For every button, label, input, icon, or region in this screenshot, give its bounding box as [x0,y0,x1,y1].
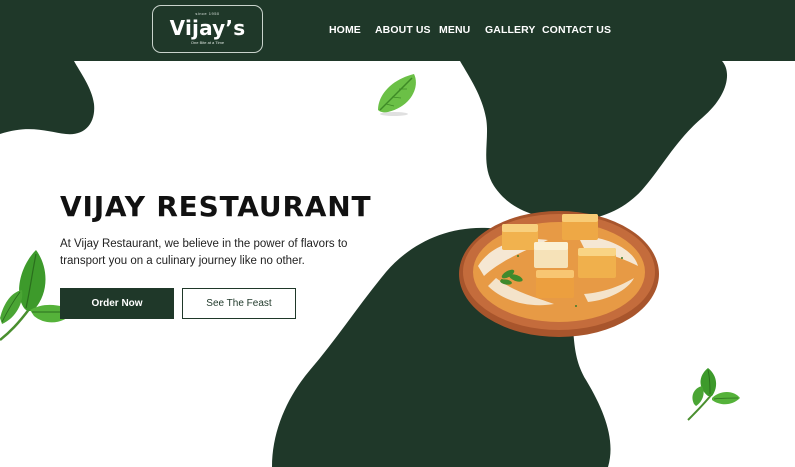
basil-sprig-icon [687,368,740,421]
order-now-button[interactable]: Order Now [60,288,174,319]
see-the-feast-button[interactable]: See The Feast [182,288,296,319]
basil-leaf-icon [378,74,416,116]
top-navbar: since 1950 Vijay’s One Bite at a Time HO… [0,0,795,61]
nav-link-contact-us[interactable]: CONTACT US [542,23,611,37]
nav-link-menu[interactable]: MENU [439,23,470,37]
nav-link-about-us[interactable]: ABOUT US [375,23,431,37]
nav-link-gallery[interactable]: GALLERY [485,23,535,37]
hero-description: At Vijay Restaurant, we believe in the p… [60,238,348,267]
logo-name: Vijay’s [169,16,246,40]
brand-logo[interactable]: since 1950 Vijay’s One Bite at a Time [152,5,263,53]
nav-link-home[interactable]: HOME [329,23,361,37]
logo-tagline-bottom: One Bite at a Time [190,40,225,45]
paneer-curry-plate-image [459,211,659,337]
hero-title: VIJAY RESTAURANT [60,190,372,223]
